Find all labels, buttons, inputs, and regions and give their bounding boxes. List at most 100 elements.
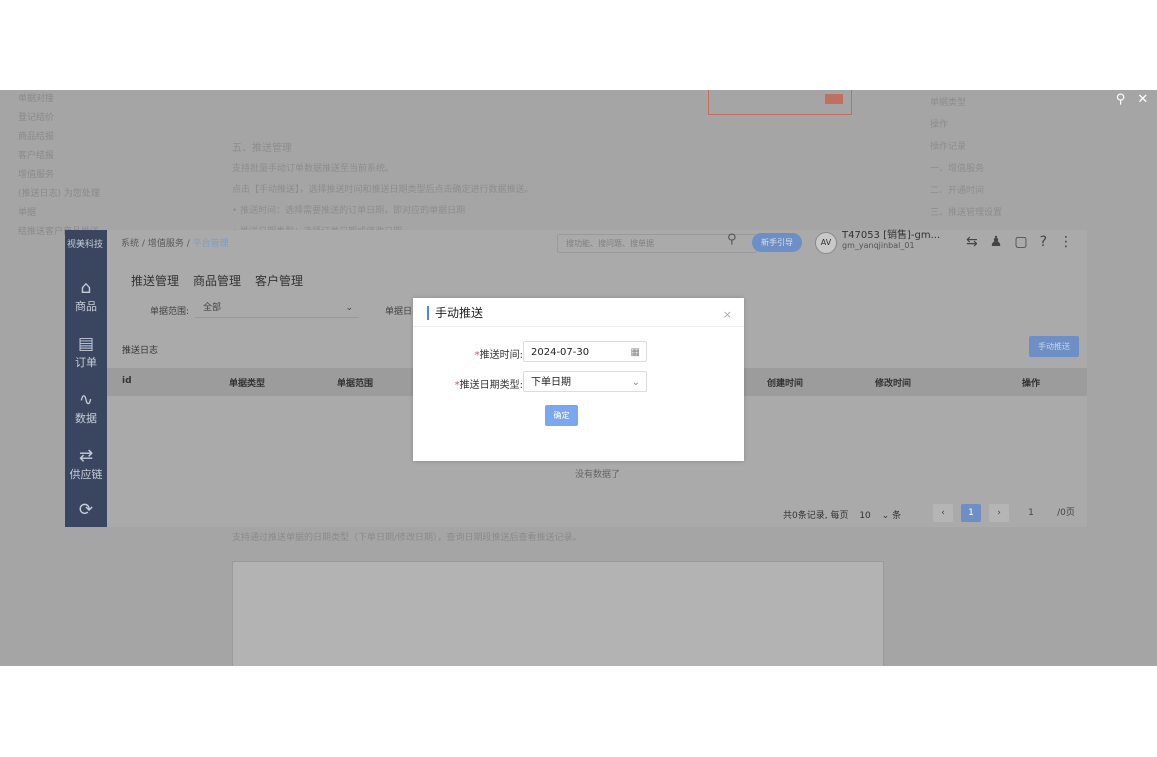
push-time-input[interactable]: 2024-07-30 ▦ (523, 341, 647, 362)
doc-paragraph: 支持批量手动订单数据推送至当前系统。 (232, 164, 395, 174)
breadcrumb: 系统 / 增值服务 / 平台管理 (121, 236, 229, 249)
date-type-value: 下单日期 (531, 377, 571, 388)
empty-state: 没有数据了 (575, 470, 621, 480)
viewer-toolbar: ⚲ ✕ (1107, 90, 1157, 110)
dialog-title: 手动推送 (427, 306, 483, 320)
column-header: 修改时间 (875, 379, 912, 389)
toc-item: 操作 (930, 120, 949, 130)
calendar-icon[interactable]: ▦ (631, 342, 640, 363)
filter-label: 单据范围: (150, 307, 190, 317)
user-info[interactable]: T47053 [销售]-gm... gm_yanqjinbal_01 (842, 231, 940, 251)
tab-push-management[interactable]: 推送管理 (131, 272, 179, 289)
close-icon[interactable]: × (723, 308, 732, 321)
exchange-icon: ⇄ (78, 446, 94, 466)
doc-bottom-section: 支持通过推送单据的日期类型（下单日期/修改日期），查询日期段推送后查看推送记录。 (232, 530, 932, 666)
more-icon[interactable]: ⋮ (1059, 234, 1073, 250)
doc-sidebar-item: 增值服务 (18, 170, 55, 180)
manual-push-dialog: 手动推送 × *推送时间: 2024-07-30 ▦ *推送日期类型: 下单日期… (413, 298, 744, 461)
doc-sidebar-item: 客户结报 (18, 151, 55, 161)
doc-search-frame (708, 90, 852, 115)
tab-goods-management[interactable]: 商品管理 (193, 272, 241, 289)
column-header: 单据类型 (229, 379, 266, 389)
label-text: 推送时间: (479, 350, 523, 361)
confirm-button[interactable]: 确定 (545, 405, 578, 426)
column-header: 单据范围 (337, 379, 374, 389)
section-title: 推送日志 (122, 346, 159, 356)
user-service-icon[interactable]: ♟ (990, 234, 1003, 250)
user-account: gm_yanqjinbal_01 (842, 241, 915, 250)
nav-label: 供应链 (69, 468, 103, 481)
chevron-down-icon: ⌄ (881, 511, 890, 521)
breadcrumb-separator: / (186, 239, 190, 249)
search-icon[interactable]: ⚲ (1116, 90, 1126, 110)
doc-sidebar-item: (推送日志) 为您处理单据 (18, 189, 100, 218)
toc-item: 三、推送管理设置 (930, 208, 1003, 218)
toc-item: 二、开通时间 (930, 186, 985, 196)
app-side-nav: 视美科技 ⌂ 商品 ▤ 订单 ∿ 数据 ⇄ 供应链 ⟳ (65, 230, 107, 527)
module-tabs: 推送管理 商品管理 客户管理 (131, 272, 303, 289)
pagination-text: 共0条记录, 每页 (783, 511, 849, 521)
help-icon[interactable]: ? (1040, 234, 1047, 250)
page-size-select[interactable]: 10 (859, 511, 870, 521)
tab-customer-management[interactable]: 客户管理 (255, 272, 303, 289)
toc-item: 一、增值服务 (930, 164, 985, 174)
push-time-value: 2024-07-30 (531, 347, 590, 358)
date-type-label: *推送日期类型: (413, 376, 523, 391)
nav-label: 数据 (75, 412, 97, 425)
page-button[interactable]: 1 (961, 504, 981, 522)
doc-paragraph: 点击【手动推送】，选择推送时间和推送日期类型后点击确定进行数据推送。 (232, 185, 534, 195)
doc-sidebar-item: 商品结报 (18, 132, 55, 142)
avatar[interactable]: AV (815, 232, 837, 254)
push-time-label: *推送时间: (413, 346, 523, 361)
column-header: 创建时间 (767, 379, 804, 389)
app-header: 系统 / 增值服务 / 平台管理 搜功能、搜问题、搜单据 ⚲ 新手引导 AV T… (107, 230, 1087, 256)
pagination-unit: 条 (892, 511, 902, 521)
breadcrumb-item[interactable]: 增值服务 (148, 239, 184, 249)
nav-item-orders[interactable]: ▤ 订单 (65, 334, 107, 370)
scope-select[interactable]: 全部 ⌄ (195, 299, 359, 318)
nav-item-data[interactable]: ∿ 数据 (65, 390, 107, 426)
close-icon[interactable]: ✕ (1137, 90, 1148, 110)
prev-page-button[interactable]: ‹ (933, 504, 953, 522)
nav-item-more[interactable]: ⟳ (65, 500, 107, 520)
message-icon[interactable]: ▢ (1014, 234, 1027, 250)
doc-paragraph: • 推送时间：选择需要推送的订单日期，即对应的单据日期 (232, 206, 466, 216)
manual-push-button[interactable]: 手动推送 (1029, 336, 1079, 357)
doc-toc: 单据类型 操作 操作记录 一、增值服务 二、开通时间 三、推送管理设置 (930, 92, 1050, 224)
chevron-down-icon: ⌄ (345, 303, 353, 313)
toc-item: 操作记录 (930, 142, 967, 152)
column-header: id (122, 376, 132, 386)
doc-search-button (825, 94, 843, 104)
column-header: 操作 (1022, 379, 1041, 389)
doc-sidebar-item: 登记结价 (18, 113, 55, 123)
guide-button[interactable]: 新手引导 (752, 233, 802, 252)
breadcrumb-current: 平台管理 (192, 239, 229, 249)
search-icon[interactable]: ⚲ (727, 232, 737, 247)
pagination-summary: 共0条记录, 每页 10 ⌄ 条 (783, 508, 901, 521)
scope-select-value: 全部 (203, 303, 222, 313)
toc-item: 单据类型 (930, 98, 967, 108)
doc-embedded-screenshot (232, 561, 884, 666)
doc-body: 五、推送管理 支持批量手动订单数据推送至当前系统。 点击【手动推送】，选择推送时… (232, 138, 652, 243)
next-page-button[interactable]: › (989, 504, 1009, 522)
nav-label: 商品 (75, 300, 97, 313)
breadcrumb-item[interactable]: 系统 (121, 239, 139, 249)
user-name: T47053 [销售]-gm... (842, 230, 941, 241)
switch-icon[interactable]: ⇆ (966, 234, 978, 250)
label-text: 推送日期类型: (459, 380, 523, 391)
doc-paragraph: 支持通过推送单据的日期类型（下单日期/修改日期），查询日期段推送后查看推送记录。 (232, 533, 582, 543)
date-type-select[interactable]: 下单日期 ⌄ (523, 371, 647, 392)
gear-icon: ⟳ (78, 500, 94, 520)
header-icons: ⇆ ♟ ▢ ? ⋮ (966, 234, 1073, 250)
bag-icon: ⌂ (80, 278, 92, 298)
divider (413, 326, 744, 327)
document-icon: ▤ (77, 334, 95, 354)
goto-page-input[interactable]: 1 (1021, 504, 1041, 522)
doc-sidebar-item: 单据对接 (18, 94, 55, 104)
nav-item-goods[interactable]: ⌂ 商品 (65, 278, 107, 314)
nav-item-supply-chain[interactable]: ⇄ 供应链 (65, 446, 107, 482)
doc-heading: 五、推送管理 (232, 143, 292, 154)
total-pages: /0页 (1057, 508, 1075, 518)
nav-label: 订单 (75, 356, 97, 369)
breadcrumb-separator: / (141, 239, 145, 249)
